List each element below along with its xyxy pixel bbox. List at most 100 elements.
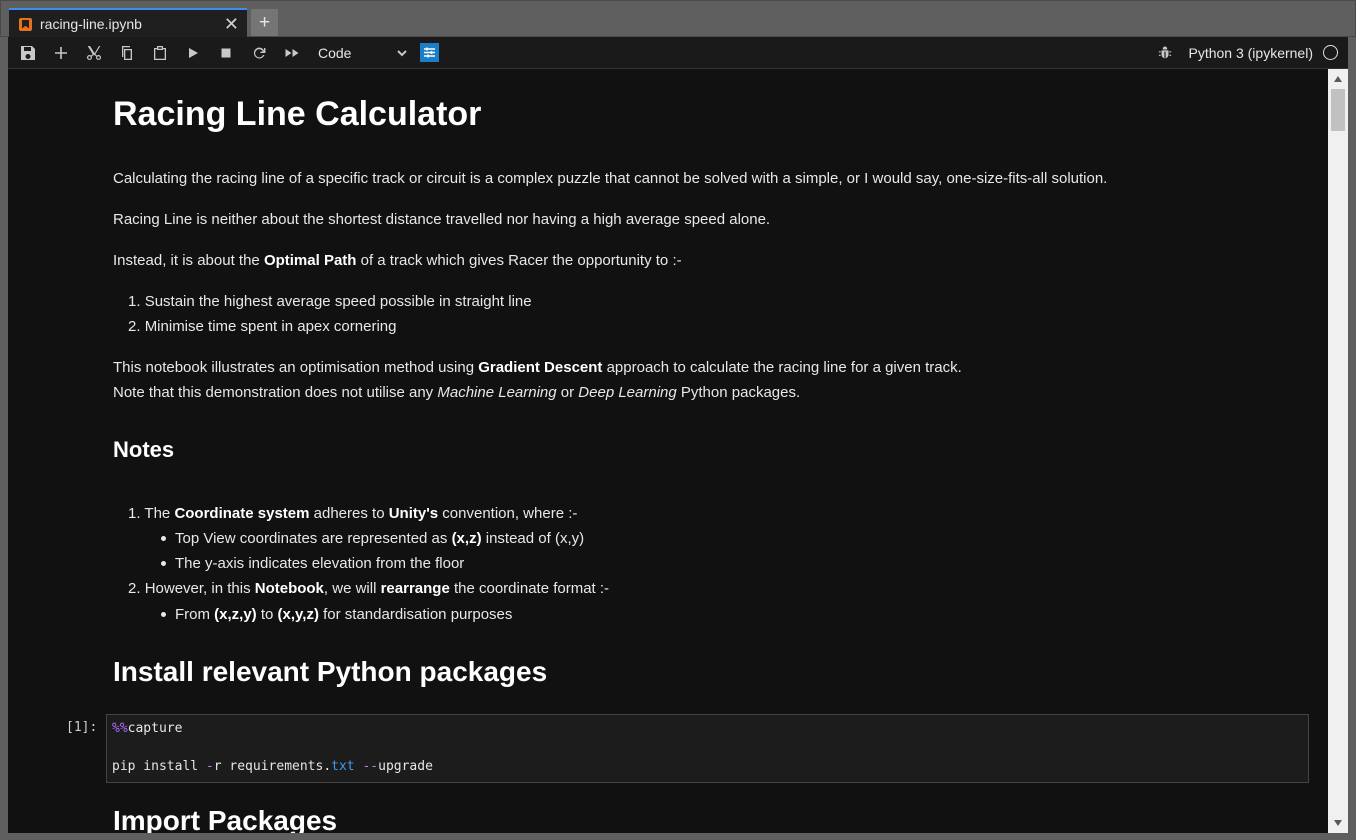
code-text: r requirements <box>213 759 324 774</box>
fast-forward-icon <box>285 48 298 57</box>
tab-title: racing-line.ipynb <box>40 16 142 32</box>
text: Top View coordinates are represented as <box>175 530 452 547</box>
code-cell-editor[interactable]: %%capture pip install -r requirements.tx… <box>106 714 1309 783</box>
operator-token: -- <box>362 759 379 774</box>
operator-token: - <box>205 759 214 774</box>
play-icon <box>188 47 198 58</box>
text: The <box>144 505 175 522</box>
text: the coordinate format :- <box>449 580 610 597</box>
text: From <box>175 606 215 623</box>
text: Note that this demonstration does not ut… <box>113 384 438 401</box>
text: , we will <box>323 580 381 597</box>
arrow-up-icon <box>1334 76 1342 82</box>
kernel-status-icon <box>1323 45 1338 60</box>
list-number: 1. <box>128 293 141 310</box>
list-text: Minimise time spent in apex cornering <box>144 318 397 335</box>
list-item: Top View coordinates are represented as … <box>175 526 584 551</box>
text: or <box>556 384 579 401</box>
plus-icon <box>54 46 67 59</box>
list-number: 2. <box>128 580 141 597</box>
code-line: %%capture <box>112 721 182 736</box>
save-icon <box>20 45 35 60</box>
install-heading: Install relevant Python packages <box>113 656 548 687</box>
paste-button[interactable] <box>143 39 176 67</box>
paste-icon <box>153 45 166 60</box>
save-button[interactable] <box>11 39 44 67</box>
text: Python packages. <box>676 384 801 401</box>
text: instead of (x,y) <box>481 530 585 547</box>
list-item: 1. Sustain the highest average speed pos… <box>128 289 532 314</box>
list-item: 2. However, in this Notebook, we will re… <box>128 576 609 601</box>
page-title: Racing Line Calculator <box>113 95 482 133</box>
list-number: 1. <box>128 505 141 522</box>
refresh-icon <box>253 47 265 58</box>
text: Instead, it is about the <box>113 252 264 269</box>
cell-type-select[interactable]: Code <box>316 41 408 65</box>
magic-token: %% <box>112 721 128 736</box>
bold-text: rearrange <box>380 580 450 597</box>
code-line: pip install -r requirements.txt --upgrad… <box>112 759 433 774</box>
run-all-button[interactable] <box>275 39 308 67</box>
window-bottom-edge <box>0 833 1356 840</box>
intro-paragraph-3: Instead, it is about the Optimal Path of… <box>113 248 682 273</box>
intro-paragraph-2: Racing Line is neither about the shortes… <box>113 211 771 228</box>
interrupt-button[interactable] <box>209 39 242 67</box>
bold-text: (x,z) <box>451 530 482 547</box>
restart-button[interactable] <box>242 39 275 67</box>
cell-prompt: [1]: <box>66 720 98 735</box>
notes-heading: Notes <box>113 437 175 462</box>
settings-sliders-icon <box>424 47 435 58</box>
list-item: The y-axis indicates elevation from the … <box>175 555 465 572</box>
attribute-token: txt <box>331 759 355 774</box>
code-text: upgrade <box>378 759 433 774</box>
cut-button[interactable] <box>77 39 110 67</box>
list-item: 2. Minimise time spent in apex cornering <box>128 314 396 339</box>
notebook-panel: Racing Line Calculator Calculating the r… <box>8 69 1348 833</box>
run-button[interactable] <box>176 39 209 67</box>
bullet-icon <box>161 612 166 617</box>
notebook-toolbar: Code Python 3 (ipykernel) <box>8 37 1348 69</box>
code-text: . <box>323 759 332 774</box>
bug-icon <box>1159 45 1172 58</box>
bullet-icon <box>161 561 166 566</box>
list-text: Sustain the highest average speed possib… <box>144 293 532 310</box>
italic-text: Machine Learning <box>437 384 557 401</box>
text: However, in this <box>144 580 255 597</box>
code-text: capture <box>127 721 183 736</box>
stop-icon <box>221 48 230 57</box>
scissors-icon <box>86 45 101 60</box>
copy-icon <box>121 45 132 60</box>
text: to <box>256 606 278 623</box>
cell-type-value: Code <box>318 44 352 61</box>
text: for standardisation purposes <box>318 606 513 623</box>
scroll-down-button[interactable] <box>1328 815 1348 831</box>
debugger-button[interactable] <box>1154 42 1176 64</box>
copy-button[interactable] <box>110 39 143 67</box>
bullet-icon <box>161 536 166 541</box>
insert-cell-button[interactable] <box>44 39 77 67</box>
scroll-thumb[interactable] <box>1331 89 1345 131</box>
text: of a track which gives Racer the opportu… <box>356 252 682 269</box>
tab-bar: racing-line.ipynb ✕ + <box>0 0 1356 38</box>
intro-paragraph-5: Note that this demonstration does not ut… <box>113 380 800 405</box>
list-item: From (x,z,y) to (x,y,z) for standardisat… <box>175 602 512 627</box>
italic-text: Deep Learning <box>578 384 677 401</box>
text: approach to calculate the racing line fo… <box>602 359 962 376</box>
bold-text: Coordinate system <box>174 505 310 522</box>
intro-paragraph-4: This notebook illustrates an optimisatio… <box>113 355 962 380</box>
property-inspector-button[interactable] <box>420 43 439 62</box>
notebook-tab[interactable]: racing-line.ipynb ✕ <box>9 8 247 38</box>
vertical-scrollbar[interactable] <box>1328 69 1348 833</box>
new-tab-button[interactable]: + <box>251 9 278 36</box>
close-icon[interactable]: ✕ <box>224 14 239 35</box>
bold-text: Unity's <box>388 505 439 522</box>
chevron-down-icon <box>397 49 407 56</box>
text: This notebook illustrates an optimisatio… <box>113 359 479 376</box>
bold-text: Gradient Descent <box>478 359 603 376</box>
kernel-name[interactable]: Python 3 (ipykernel) <box>1188 45 1313 61</box>
list-number: 2. <box>128 318 141 335</box>
intro-paragraph-1: Calculating the racing line of a specifi… <box>113 170 1108 187</box>
scroll-up-button[interactable] <box>1328 71 1348 87</box>
notebook-icon <box>19 17 32 31</box>
bold-text: (x,z,y) <box>214 606 257 623</box>
